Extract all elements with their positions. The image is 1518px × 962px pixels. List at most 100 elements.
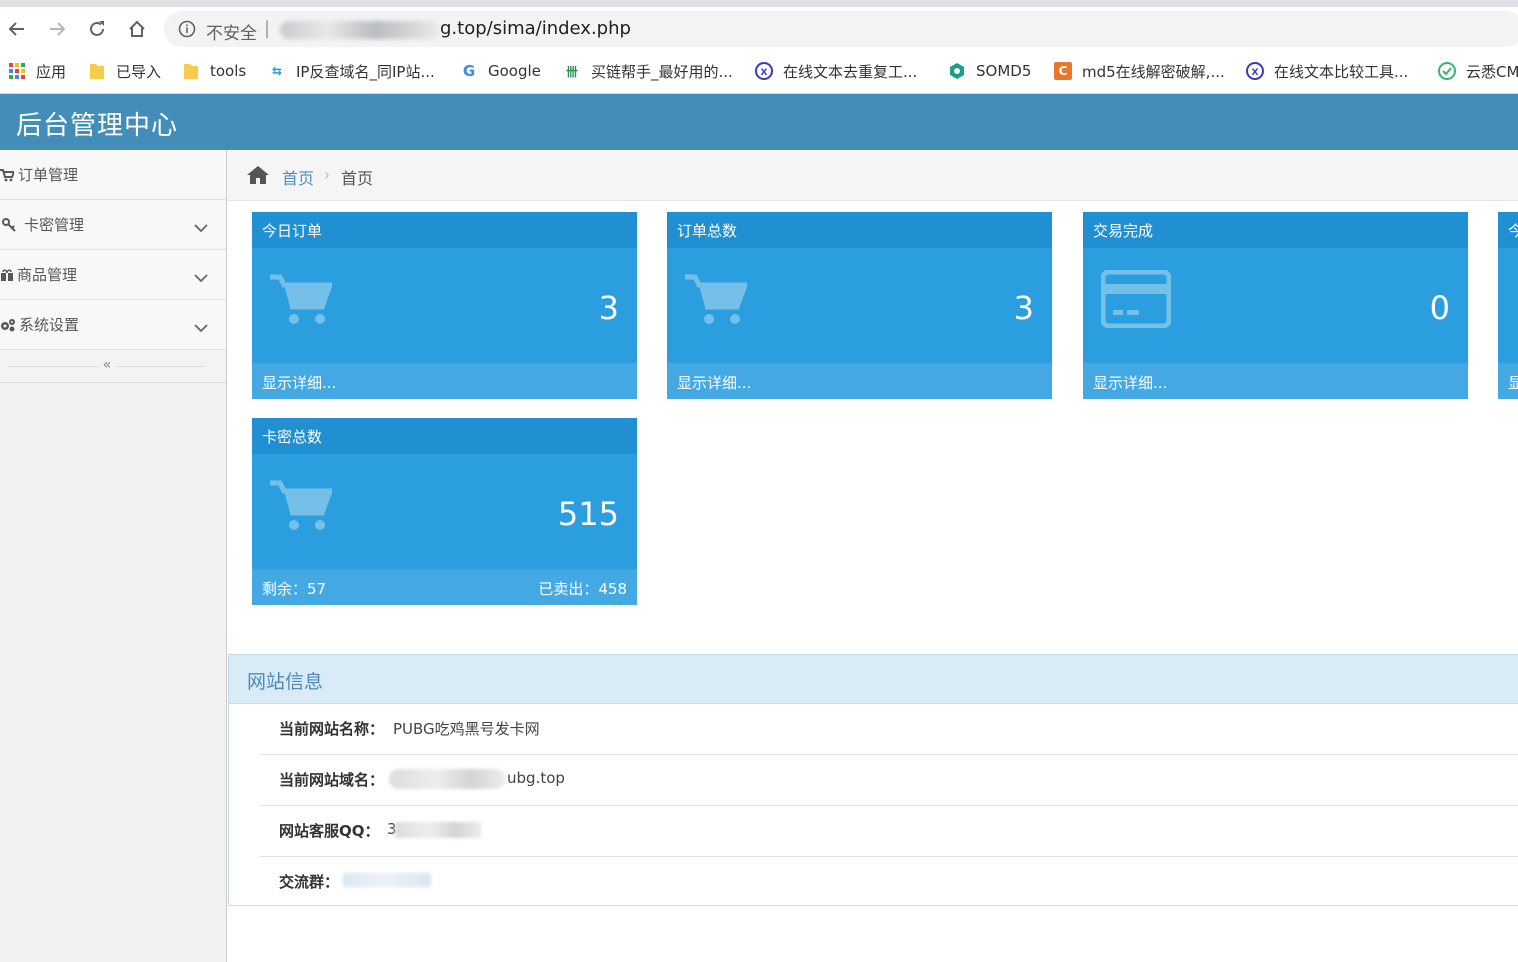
sidebar-item-cards[interactable]: 卡密管理 — [0, 200, 226, 250]
panel-title: 订单总数 — [677, 222, 738, 240]
bookmark-label: 已导入 — [116, 62, 162, 81]
panel-value: 515 — [557, 495, 619, 533]
bookmark-md5[interactable]: C md5在线解密破解,... — [1054, 60, 1225, 82]
arrow-left-icon — [8, 22, 24, 36]
sidebar: 订单管理 卡密管理 商品管理 系统设置 « — [0, 150, 227, 962]
key-icon — [2, 217, 16, 232]
remaining-count: 剩余：57 — [262, 580, 327, 598]
bookmark-label: md5在线解密破解,... — [1082, 62, 1225, 81]
back-button[interactable] — [2, 14, 32, 44]
home-icon[interactable] — [247, 165, 269, 189]
panel-title: 交易完成 — [1093, 222, 1154, 240]
panel-footer[interactable]: 显 — [1498, 363, 1518, 399]
bookmark-label: tools — [210, 62, 247, 80]
panel-footer[interactable]: 显示详细... — [1083, 363, 1468, 399]
bookmark-imported[interactable]: 已导入 — [88, 60, 161, 82]
info-label: 当前网站名称： — [279, 720, 385, 738]
stat-panel-total-orders: 订单总数 3 显示详细... — [667, 212, 1052, 399]
breadcrumb: 首页 › 首页 — [227, 150, 1518, 201]
reload-icon — [90, 21, 104, 36]
panel-value: 3 — [598, 289, 619, 327]
ip-site-icon: ⇆ — [271, 64, 283, 78]
panel-footer[interactable]: 显示详细... — [667, 363, 1052, 399]
panel-title: 今日订单 — [262, 222, 323, 240]
home-button[interactable] — [122, 14, 152, 44]
bookmark-label: 云悉CM — [1466, 62, 1518, 81]
chevron-down-icon[interactable] — [194, 318, 208, 337]
app-header: 后台管理中心 — [0, 94, 1518, 150]
sidebar-item-label: 订单管理 — [18, 166, 79, 184]
bookmark-somd5[interactable]: SOMD5 — [948, 60, 1031, 82]
svg-text:X: X — [761, 68, 768, 78]
somd5-icon — [948, 62, 966, 80]
cogs-icon — [0, 317, 15, 332]
panel-title: 今 — [1508, 222, 1518, 240]
stat-panel-completed: 交易完成 0 显示详细... — [1083, 212, 1468, 399]
reload-button[interactable] — [82, 14, 112, 44]
cart-icon — [685, 274, 749, 330]
panel-footer[interactable]: 显示详细... — [252, 363, 637, 399]
redacted-value — [389, 769, 505, 789]
bookmark-label: Google — [488, 62, 541, 80]
breadcrumb-current: 首页 — [341, 169, 374, 188]
bookmark-yunxi[interactable]: 云悉CM — [1438, 60, 1518, 82]
chevron-down-icon[interactable] — [194, 218, 208, 237]
show-details-link[interactable]: 显示详细... — [677, 372, 751, 393]
info-row-group: 交流群： — [259, 857, 1518, 907]
redacted-value — [343, 873, 431, 887]
stat-panel-today-orders: 今日订单 3 显示详细... — [252, 212, 637, 399]
sidebar-item-label: 卡密管理 — [24, 216, 85, 234]
redacted-value — [395, 822, 481, 838]
address-bar[interactable]: 不安全 | g.top/sima/index.php — [164, 11, 1518, 47]
google-icon: G — [462, 62, 476, 80]
bookmark-label: SOMD5 — [976, 62, 1032, 80]
sidebar-item-label: 系统设置 — [19, 316, 80, 334]
info-row-site-domain: 当前网站域名： ubg.top — [259, 755, 1518, 806]
bookmark-link-helper[interactable]: 卌 买链帮手_最好用的... — [563, 60, 733, 82]
show-details-link[interactable]: 显示详细... — [262, 372, 336, 393]
collapse-sidebar-button[interactable]: « — [98, 356, 116, 374]
browser-chrome: 不安全 | g.top/sima/index.php 应用 已导入 tools … — [0, 0, 1518, 94]
panel-value: 3 — [1013, 289, 1034, 327]
url-text: g.top/sima/index.php — [440, 18, 631, 39]
show-details-link[interactable]: 显 — [1508, 372, 1518, 393]
sidebar-item-products[interactable]: 商品管理 — [0, 250, 226, 300]
bookmark-google[interactable]: G Google — [460, 60, 541, 82]
stat-panel-partial: 今 显 — [1498, 212, 1518, 399]
sidebar-item-label: 商品管理 — [17, 266, 78, 284]
bookmark-label: 应用 — [36, 62, 67, 81]
sidebar-item-settings[interactable]: 系统设置 — [0, 300, 226, 350]
breadcrumb-home-link[interactable]: 首页 — [282, 165, 314, 189]
folder-icon — [88, 62, 106, 80]
bookmark-text-compare[interactable]: X 在线文本比较工具... — [1246, 60, 1408, 82]
bookmark-text-dedupe[interactable]: X 在线文本去重复工... — [755, 60, 917, 82]
bookmark-tools[interactable]: tools — [182, 60, 246, 82]
app-title[interactable]: 后台管理中心 — [16, 105, 178, 142]
sidebar-collapse: « — [0, 350, 226, 383]
info-label: 当前网站域名： — [279, 771, 385, 789]
info-row-support-qq: 网站客服QQ： 3 — [259, 806, 1518, 857]
svg-text:X: X — [1252, 68, 1259, 78]
info-label: 交流群： — [279, 873, 340, 891]
bookmark-apps[interactable]: 应用 — [8, 60, 66, 82]
gift-icon — [0, 267, 14, 281]
text-tool-icon: X — [1246, 62, 1264, 80]
bookmarks-bar: 应用 已导入 tools ⇆ IP反查域名_同IP站... G Google 卌… — [0, 56, 1518, 84]
panel-footer: 剩余：57 已卖出：458 — [252, 569, 637, 605]
link-helper-icon: 卌 — [565, 64, 578, 79]
yunxi-icon — [1438, 62, 1456, 80]
info-icon[interactable] — [178, 20, 196, 42]
text-tool-icon: X — [755, 62, 773, 80]
credit-card-icon — [1100, 269, 1172, 332]
info-row-site-name: 当前网站名称： PUBG吃鸡黑号发卡网 — [259, 704, 1518, 755]
chevron-down-icon[interactable] — [194, 268, 208, 287]
info-value: ubg.top — [507, 769, 565, 787]
show-details-link[interactable]: 显示详细... — [1093, 372, 1167, 393]
breadcrumb-separator: › — [324, 166, 330, 184]
site-info-panel: 网站信息 当前网站名称： PUBG吃鸡黑号发卡网 当前网站域名： ubg.top… — [228, 654, 1518, 906]
sidebar-item-orders[interactable]: 订单管理 — [0, 150, 226, 200]
home-icon — [129, 20, 145, 37]
forward-button[interactable] — [42, 14, 72, 44]
bookmark-ip-lookup[interactable]: ⇆ IP反查域名_同IP站... — [268, 60, 435, 82]
cart-icon — [270, 274, 334, 330]
